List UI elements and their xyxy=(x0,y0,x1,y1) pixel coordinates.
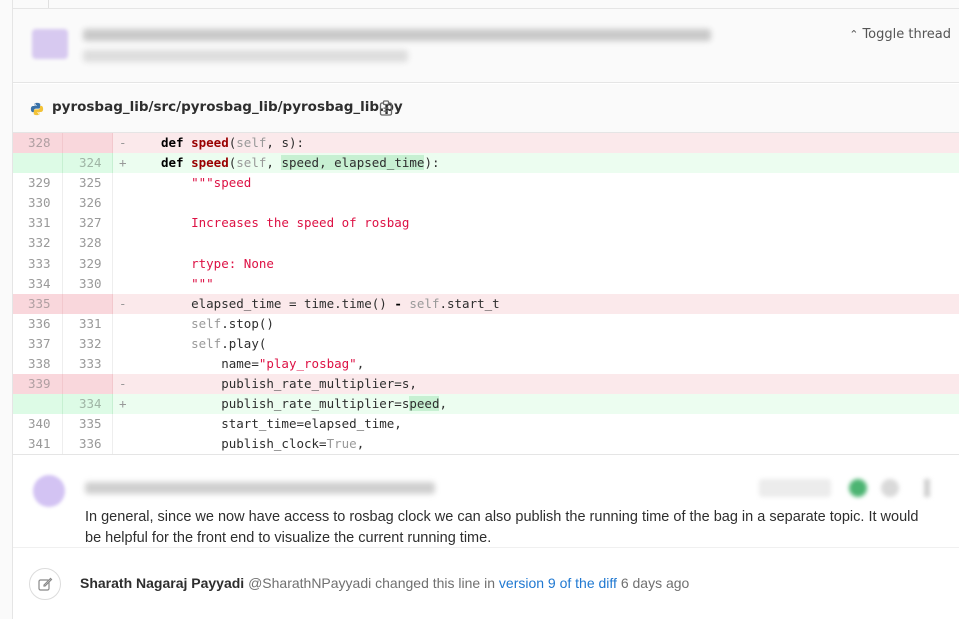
discussion-panel: ⌃ Toggle thread pyrosbag_lib/src/pyrosbag… xyxy=(13,8,959,619)
new-line-number[interactable]: 336 xyxy=(63,434,113,455)
new-line-number[interactable]: 332 xyxy=(63,333,113,355)
copy-to-clipboard-icon[interactable] xyxy=(379,100,393,116)
old-line-number[interactable]: 328 xyxy=(13,133,63,154)
diff-line-context: 334 330 """ xyxy=(13,273,959,294)
old-line-number[interactable]: 340 xyxy=(13,414,63,435)
new-line-number[interactable]: 331 xyxy=(63,313,113,334)
code-line: name="play_rosbag", xyxy=(221,356,365,372)
diff-line-context: 333 329 rtype: None xyxy=(13,253,959,274)
new-line-number[interactable]: 325 xyxy=(63,173,113,194)
code-line: self.stop() xyxy=(191,315,274,331)
new-line-number[interactable]: 329 xyxy=(63,253,113,274)
diff-sign: - xyxy=(119,135,127,150)
code-line: publish_rate_multiplier=speed, xyxy=(221,396,448,412)
new-line-number[interactable]: 335 xyxy=(63,414,113,435)
diff-line-context: 337 332 self.play( xyxy=(13,333,959,355)
diff-line-context: 336 331 self.stop() xyxy=(13,313,959,334)
code-line: self.play( xyxy=(191,335,267,351)
comment-body: In general, since we now have access to … xyxy=(85,509,919,546)
pencil-square-icon xyxy=(29,568,61,600)
diff-line-context: 341 336 publish_clock=True, xyxy=(13,434,959,455)
new-line-number[interactable]: 326 xyxy=(63,193,113,214)
new-line-number[interactable]: 333 xyxy=(63,354,113,375)
old-line-number[interactable]: 330 xyxy=(13,193,63,214)
avatar-redacted xyxy=(32,29,68,59)
comment-note: In general, since we now have access to … xyxy=(13,455,959,547)
system-note-action: changed this line in xyxy=(375,575,496,591)
redacted-resolved-by xyxy=(83,50,408,62)
file-path[interactable]: pyrosbag_lib/src/pyrosbag_lib/pyrosbag_l… xyxy=(52,99,403,115)
code-line: """ xyxy=(191,275,214,291)
code-line: start_time=elapsed_time, xyxy=(221,416,402,432)
diff-line-removed: 335 - elapsed_time = time.time() - self.… xyxy=(13,293,959,314)
old-line-number[interactable]: 336 xyxy=(13,313,63,334)
diff-line-added: 334 + publish_rate_multiplier=speed, xyxy=(13,394,959,415)
old-line-number[interactable]: 337 xyxy=(13,333,63,355)
system-note-handle[interactable]: @SharathNPayyadi xyxy=(248,575,371,591)
code-line: Increases the speed of rosbag xyxy=(191,215,410,231)
old-line-number[interactable]: 339 xyxy=(13,374,63,395)
code-line: """speed xyxy=(191,175,252,191)
old-line-number[interactable]: 335 xyxy=(13,293,63,314)
diff-sign: - xyxy=(119,376,127,392)
diff-table: 328 - def speed(self, s): 324 + def spee… xyxy=(13,133,959,455)
new-line-number[interactable]: 327 xyxy=(63,213,113,234)
diff-line-context: 329 325 """speed xyxy=(13,173,959,194)
code-line: def speed(self, s): xyxy=(161,135,305,150)
diff-line-context: 331 327 Increases the speed of rosbag xyxy=(13,213,959,234)
timeline-connector xyxy=(48,0,49,8)
file-header: pyrosbag_lib/src/pyrosbag_lib/pyrosbag_l… xyxy=(13,84,959,133)
old-line-number[interactable]: 334 xyxy=(13,273,63,294)
diff-sign: + xyxy=(119,155,127,171)
system-note-text: Sharath Nagaraj Payyadi @SharathNPayyadi… xyxy=(80,575,689,591)
old-line-number[interactable] xyxy=(13,394,63,415)
diff-line-removed: 328 - def speed(self, s): xyxy=(13,133,959,154)
new-line-number[interactable] xyxy=(63,133,113,154)
redacted-thread-summary xyxy=(83,29,711,41)
resolve-icon[interactable] xyxy=(849,479,867,497)
code-line: def speed(self, speed, elapsed_time): xyxy=(161,155,440,171)
system-note: Sharath Nagaraj Payyadi @SharathNPayyadi… xyxy=(13,548,959,619)
avatar-redacted[interactable] xyxy=(33,475,65,507)
system-note-author[interactable]: Sharath Nagaraj Payyadi xyxy=(80,575,244,591)
diff-line-context: 332 328 xyxy=(13,233,959,254)
diff-line-added: 324 + def speed(self, speed, elapsed_tim… xyxy=(13,153,959,174)
system-note-time: 6 days ago xyxy=(620,575,690,591)
diff-sign: + xyxy=(119,396,127,412)
new-line-number[interactable] xyxy=(63,374,113,395)
old-line-number[interactable]: 332 xyxy=(13,233,63,254)
old-line-number[interactable] xyxy=(13,153,63,174)
python-icon xyxy=(30,102,44,116)
more-actions-icon[interactable] xyxy=(924,479,930,497)
diff-line-removed: 339 - publish_rate_multiplier=s, xyxy=(13,374,959,395)
code-line: elapsed_time = time.time() - self.start_… xyxy=(191,295,500,311)
thread-header: ⌃ Toggle thread xyxy=(13,9,959,83)
code-line: rtype: None xyxy=(191,255,274,271)
new-line-number[interactable]: 328 xyxy=(63,233,113,254)
toggle-thread-button[interactable]: ⌃ Toggle thread xyxy=(849,27,951,42)
chevron-up-icon: ⌃ xyxy=(849,28,859,41)
diff-line-context: 330 326 xyxy=(13,193,959,214)
code-line: publish_rate_multiplier=s, xyxy=(221,376,417,392)
note-actions-redacted xyxy=(759,479,949,497)
new-line-number[interactable] xyxy=(63,293,113,314)
diff-line-context: 340 335 start_time=elapsed_time, xyxy=(13,414,959,435)
role-badge-redacted xyxy=(759,479,831,497)
diff-line-context: 338 333 name="play_rosbag", xyxy=(13,354,959,375)
diff-sign: - xyxy=(119,295,127,311)
diff-version-link[interactable]: version 9 of the diff xyxy=(499,575,617,591)
new-line-number[interactable]: 330 xyxy=(63,273,113,294)
new-line-number[interactable]: 324 xyxy=(63,153,113,174)
old-line-number[interactable]: 333 xyxy=(13,253,63,274)
old-line-number[interactable]: 331 xyxy=(13,213,63,234)
new-line-number[interactable]: 334 xyxy=(63,394,113,415)
emoji-icon[interactable] xyxy=(881,479,899,497)
code-line: publish_clock=True, xyxy=(221,436,365,452)
old-line-number[interactable]: 329 xyxy=(13,173,63,194)
redacted-comment-author xyxy=(85,482,435,494)
old-line-number[interactable]: 338 xyxy=(13,354,63,375)
old-line-number[interactable]: 341 xyxy=(13,434,63,455)
